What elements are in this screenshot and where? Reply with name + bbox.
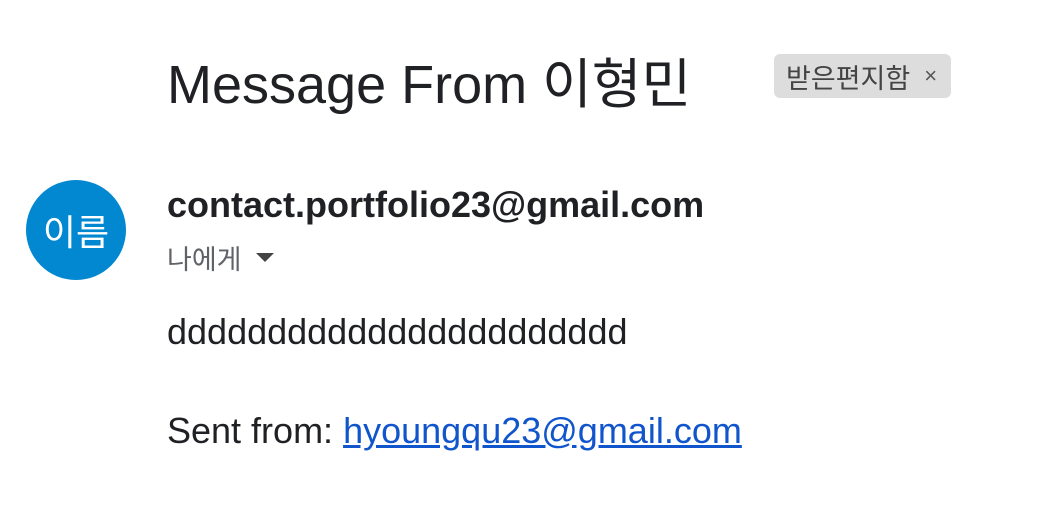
sent-from-label: Sent from: (167, 410, 344, 451)
caret-down-icon (255, 253, 274, 262)
sent-from-line: Sent from: hyoungqu23@gmail.com (167, 410, 742, 452)
remove-label-icon[interactable]: × (924, 63, 937, 89)
message-body: ddddddddddddddddddddddd (167, 311, 628, 352)
sender-email: contact.portfolio23@gmail.com (167, 184, 705, 225)
recipient-label: 나에게 (167, 245, 242, 275)
label-text: 받은편지함 (786, 63, 911, 94)
recipient-details-toggle[interactable]: 나에게 (167, 238, 274, 277)
inbox-label-badge: 받은편지함 × (774, 54, 952, 98)
avatar: 이름 (26, 180, 126, 280)
sent-from-email-link[interactable]: hyoungqu23@gmail.com (343, 410, 742, 451)
subject-title: Message From 이형민 (167, 55, 692, 115)
